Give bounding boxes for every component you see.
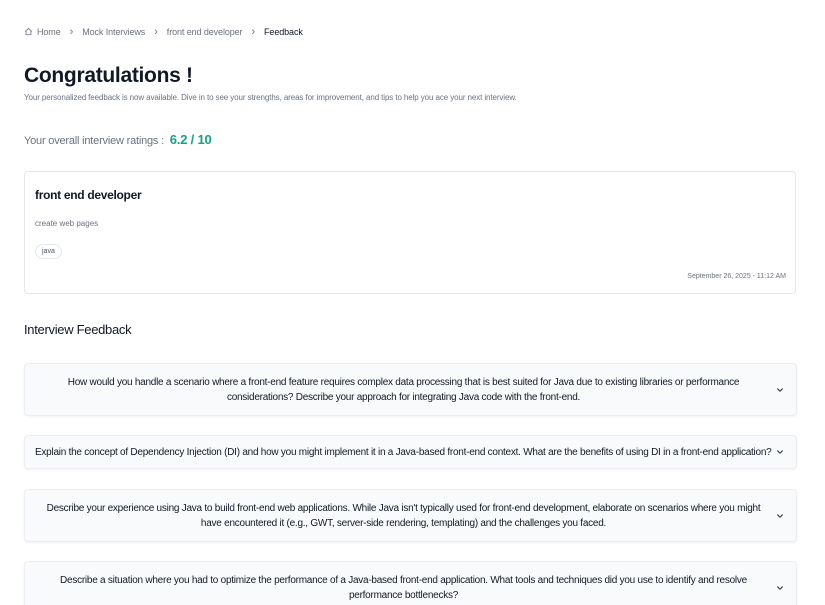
page-subtitle: Your personalized feedback is now availa…	[24, 93, 517, 102]
breadcrumb-feedback: Feedback	[264, 27, 303, 37]
feedback-section-title: Interview Feedback	[24, 322, 132, 337]
breadcrumb: Home › Mock Interviews › front end devel…	[24, 25, 303, 38]
interview-date: September 26, 2025 - 11:12 AM	[687, 273, 786, 280]
chevron-down-icon[interactable]	[776, 512, 784, 520]
question-text: Describe a situation where you had to op…	[60, 574, 747, 601]
chevron-down-icon[interactable]	[776, 386, 784, 394]
interview-info-card: front end developer create web pages jav…	[24, 171, 796, 294]
interview-description: create web pages	[35, 219, 99, 228]
chevron-down-icon[interactable]	[776, 448, 784, 456]
rating-label: Your overall interview ratings :	[24, 135, 164, 147]
breadcrumb-home-label: Home	[37, 27, 61, 37]
rating-value: 6.2 / 10	[169, 132, 212, 147]
question-text: Explain the concept of Dependency Inject…	[35, 446, 772, 458]
chevron-right-icon: ›	[154, 25, 158, 38]
tech-tag: java	[35, 244, 62, 259]
breadcrumb-interview[interactable]: front end developer	[167, 27, 243, 37]
feedback-question[interactable]: Explain the concept of Dependency Inject…	[24, 435, 797, 469]
question-text: Describe your experience using Java to b…	[46, 502, 761, 529]
feedback-question[interactable]: How would you handle a scenario where a …	[24, 363, 797, 416]
breadcrumb-home[interactable]: Home	[24, 27, 61, 37]
interview-title: front end developer	[35, 188, 142, 202]
breadcrumb-mock-interviews[interactable]: Mock Interviews	[82, 27, 145, 37]
feedback-question[interactable]: Describe a situation where you had to op…	[24, 561, 797, 605]
chevron-right-icon: ›	[69, 25, 74, 38]
page-title: Congratulations !	[24, 64, 193, 87]
overall-rating: Your overall interview ratings : 6.2 / 1…	[24, 132, 212, 147]
feedback-question[interactable]: Describe your experience using Java to b…	[24, 489, 797, 542]
chevron-down-icon[interactable]	[776, 584, 784, 592]
chevron-right-icon: ›	[251, 25, 256, 38]
question-text: How would you handle a scenario where a …	[67, 376, 740, 403]
feedback-page: Home › Mock Interviews › front end devel…	[0, 0, 825, 605]
home-icon	[24, 28, 33, 36]
